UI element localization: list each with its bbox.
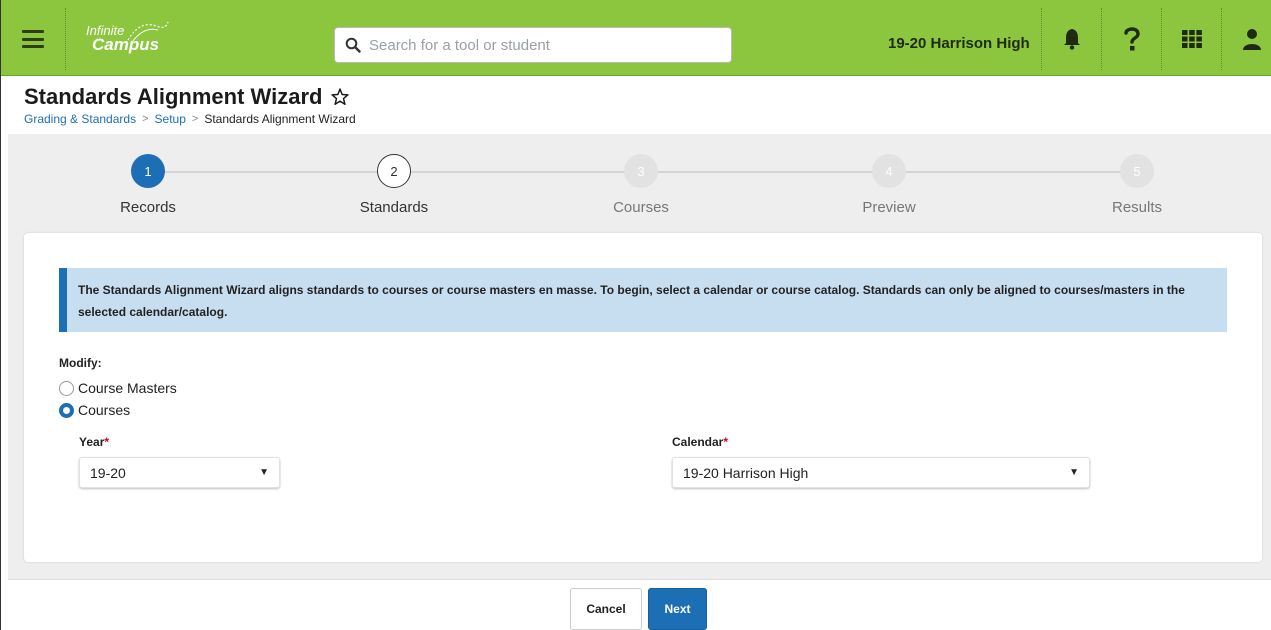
school-selector[interactable]: 19-20 Harrison High bbox=[888, 35, 1030, 52]
info-message: The Standards Alignment Wizard aligns st… bbox=[59, 268, 1227, 332]
calendar-label-text: Calendar bbox=[672, 435, 724, 449]
search-input[interactable] bbox=[369, 36, 709, 54]
next-button[interactable]: Next bbox=[648, 588, 707, 630]
year-field-label: Year* bbox=[79, 435, 109, 449]
step-label: Results bbox=[1111, 199, 1163, 216]
cancel-button[interactable]: Cancel bbox=[570, 588, 642, 630]
user-account-button[interactable] bbox=[1221, 8, 1271, 70]
breadcrumb-grading-standards[interactable]: Grading & Standards bbox=[24, 112, 136, 126]
step-label: Records bbox=[120, 199, 176, 216]
help-button[interactable] bbox=[1101, 8, 1161, 70]
notifications-button[interactable] bbox=[1041, 8, 1101, 70]
search-icon bbox=[345, 37, 361, 53]
breadcrumb-current: Standards Alignment Wizard bbox=[204, 112, 356, 126]
user-icon bbox=[1242, 29, 1261, 50]
wizard-step-preview: 4 Preview bbox=[789, 154, 989, 216]
required-marker: * bbox=[104, 435, 110, 449]
wizard-step-results: 5 Results bbox=[1037, 154, 1237, 216]
dropdown-caret-icon: ▼ bbox=[1069, 467, 1079, 478]
year-select-value: 19-20 bbox=[90, 464, 126, 481]
left-border bbox=[0, 0, 1, 630]
modify-label: Modify: bbox=[59, 356, 102, 370]
calendar-select-value: 19-20 Harrison High bbox=[683, 464, 809, 481]
help-icon bbox=[1123, 27, 1140, 51]
breadcrumb-separator-icon: > bbox=[142, 113, 149, 125]
apps-grid-icon bbox=[1181, 30, 1202, 48]
step-number: 5 bbox=[1120, 154, 1154, 188]
infinite-campus-logo[interactable]: Infinite Campus bbox=[86, 21, 169, 53]
wizard-step-standards[interactable]: 2 Standards bbox=[294, 154, 494, 216]
year-label-text: Year bbox=[79, 435, 105, 449]
step-number: 1 bbox=[131, 154, 165, 188]
radio-courses[interactable]: Courses bbox=[59, 402, 130, 418]
step-number: 4 bbox=[872, 154, 906, 188]
wizard-step-courses: 3 Courses bbox=[541, 154, 741, 216]
bell-icon bbox=[1063, 29, 1080, 50]
footer-divider bbox=[8, 579, 1271, 580]
logo-swoosh-icon bbox=[127, 21, 169, 43]
menu-button[interactable] bbox=[0, 8, 66, 70]
step-number: 3 bbox=[624, 154, 658, 188]
apps-button[interactable] bbox=[1161, 8, 1221, 70]
radio-label: Courses bbox=[78, 402, 131, 418]
step-label: Preview bbox=[862, 199, 916, 216]
menu-icon bbox=[21, 30, 44, 48]
calendar-select[interactable]: 19-20 Harrison High ▼ bbox=[672, 457, 1090, 488]
breadcrumb-setup[interactable]: Setup bbox=[155, 112, 186, 126]
radio-unchecked-icon[interactable] bbox=[59, 380, 74, 396]
wizard-step-records[interactable]: 1 Records bbox=[48, 154, 248, 216]
search-box[interactable] bbox=[334, 27, 732, 63]
dropdown-caret-icon: ▼ bbox=[259, 467, 269, 478]
page-title-text: Standards Alignment Wizard bbox=[24, 84, 323, 109]
calendar-field-label: Calendar* bbox=[672, 435, 728, 449]
radio-checked-icon[interactable] bbox=[59, 402, 74, 418]
required-marker: * bbox=[723, 435, 729, 449]
breadcrumb-separator-icon: > bbox=[191, 113, 199, 125]
radio-label: Course Masters bbox=[78, 380, 177, 396]
step-label: Standards bbox=[359, 199, 429, 216]
step-label: Courses bbox=[613, 199, 669, 216]
radio-course-masters[interactable]: Course Masters bbox=[59, 380, 177, 396]
page-title: Standards Alignment Wizard bbox=[24, 84, 350, 110]
step-number: 2 bbox=[377, 154, 411, 188]
header-icon-group bbox=[1041, 8, 1271, 70]
favorite-star-icon[interactable] bbox=[330, 87, 350, 107]
breadcrumb: Grading & Standards > Setup > Standards … bbox=[24, 112, 356, 126]
year-select[interactable]: 19-20 ▼ bbox=[79, 457, 280, 488]
top-navigation-bar: Infinite Campus 19-20 Harrison High bbox=[0, 0, 1271, 76]
